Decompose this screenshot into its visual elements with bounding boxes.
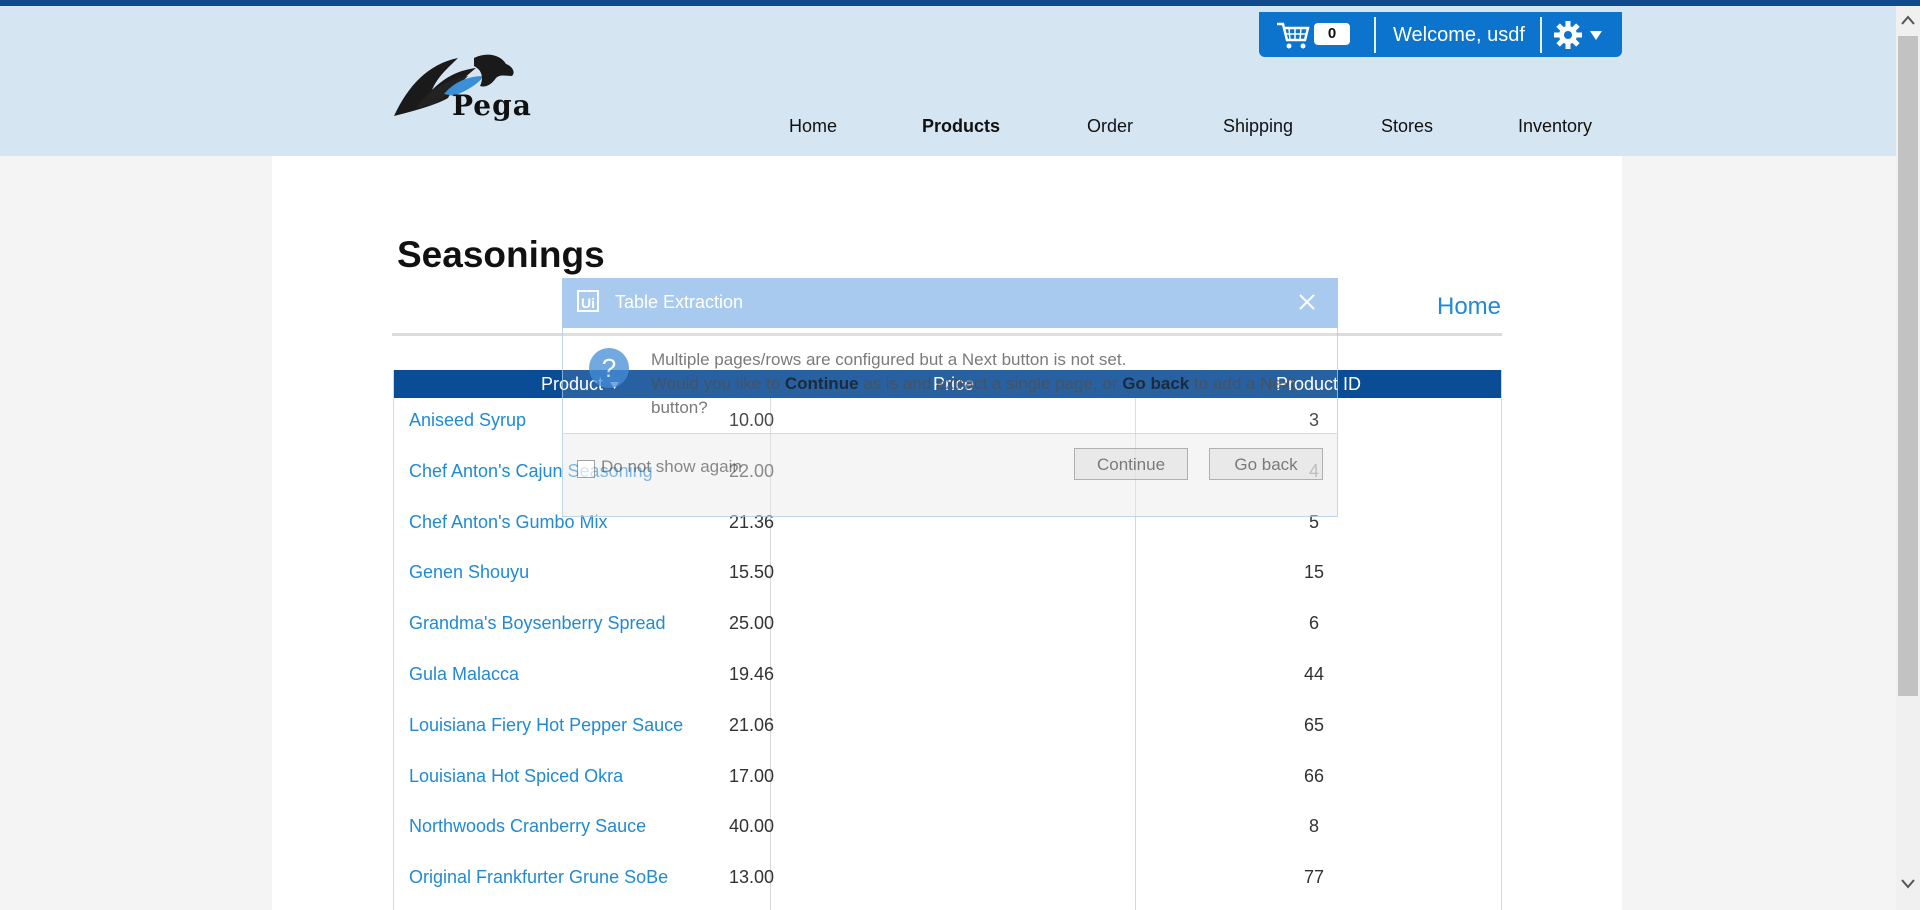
product-id: 6: [1308, 613, 1319, 634]
do-not-show-label[interactable]: Do not show again: [601, 457, 742, 477]
product-name-link[interactable]: Original Frankfurter Grune SoBe: [409, 867, 668, 888]
table-row: Grandma's Boysenberry Spread 25.00 6: [394, 601, 1501, 652]
product-name-link[interactable]: Northwoods Cranberry Sauce: [409, 816, 646, 837]
divider: [1540, 17, 1542, 53]
scroll-up-arrow-icon[interactable]: [1900, 14, 1916, 26]
nav-inventory[interactable]: Inventory: [1518, 116, 1592, 137]
message-line-1: Multiple pages/rows are configured but a…: [651, 350, 1127, 369]
product-name-link[interactable]: Grandma's Boysenberry Spread: [409, 613, 666, 634]
uipath-icon: Ui: [577, 290, 599, 312]
product-id: 15: [1303, 562, 1325, 583]
product-id: 8: [1308, 816, 1319, 837]
product-price: 15.50: [728, 562, 774, 583]
product-price: 19.46: [728, 664, 774, 684]
welcome-text: Welcome, usdf: [1393, 24, 1525, 46]
nav-order[interactable]: Order: [1087, 116, 1133, 137]
product-name-link[interactable]: Louisiana Hot Spiced Okra: [409, 766, 623, 787]
product-name-link[interactable]: Genen Shouyu: [409, 562, 529, 583]
continue-button[interactable]: Continue: [1074, 448, 1188, 480]
scroll-down-arrow-icon[interactable]: [1900, 878, 1916, 890]
table-row: Louisiana Hot Spiced Okra 17.00 66: [394, 754, 1501, 805]
scrollbar-thumb[interactable]: [1898, 36, 1918, 696]
table-row: Genen Shouyu 15.50 15: [394, 550, 1501, 601]
dialog-message: Multiple pages/rows are configured but a…: [651, 350, 1296, 417]
close-icon[interactable]: [1295, 290, 1319, 314]
gear-icon[interactable]: [1553, 20, 1583, 50]
product-id: 65: [1303, 714, 1325, 735]
product-price: 40.00: [728, 816, 774, 837]
goback-emphasis: Go back: [1122, 374, 1190, 393]
page-title: Seasonings: [397, 234, 605, 275]
go-back-button[interactable]: Go back: [1209, 448, 1323, 480]
shopping-cart-icon[interactable]: [1275, 20, 1311, 50]
site-header: Pega 0 Welcome, usdf Home Products Order…: [0, 6, 1896, 156]
pega-logo-text: Pega: [452, 89, 532, 122]
nav-shipping[interactable]: Shipping: [1223, 116, 1293, 137]
home-link[interactable]: Home: [1437, 293, 1501, 321]
dialog-title: Table Extraction: [615, 292, 744, 312]
dialog-footer: Do not show again Continue Go back: [562, 433, 1338, 517]
table-extraction-dialog: Ui Table Extraction ? Multiple pages/row…: [562, 278, 1338, 517]
question-icon: ?: [589, 348, 629, 388]
dialog-titlebar: Ui Table Extraction: [562, 278, 1338, 328]
cart-count-badge: 0: [1314, 23, 1350, 45]
table-row: Northwoods Cranberry Sauce 40.00 8: [394, 804, 1501, 855]
product-price: 25.00: [728, 613, 774, 634]
product-name-link[interactable]: Gula Malacca: [409, 664, 519, 685]
product-price: 13.00: [728, 867, 774, 888]
product-name-link[interactable]: Aniseed Syrup: [409, 410, 526, 431]
do-not-show-checkbox[interactable]: [577, 460, 595, 478]
table-row: Louisiana Fiery Hot Pepper Sauce 21.06 65: [394, 703, 1501, 754]
table-row: Original Frankfurter Grune SoBe 13.00 77: [394, 855, 1501, 906]
divider: [1374, 17, 1376, 53]
product-id: 66: [1303, 765, 1325, 786]
product-name-link[interactable]: Louisiana Fiery Hot Pepper Sauce: [409, 715, 683, 736]
continue-emphasis: Continue: [784, 374, 859, 393]
nav-products[interactable]: Products: [922, 116, 1000, 137]
product-price: 21.06: [728, 714, 774, 735]
product-price: 17.00: [728, 765, 774, 786]
nav-stores[interactable]: Stores: [1381, 116, 1433, 137]
dialog-body: ? Multiple pages/rows are configured but…: [562, 328, 1338, 433]
user-utility-bar: 0 Welcome, usdf: [1259, 12, 1622, 57]
table-row: Gula Malacca 19.46 44: [394, 652, 1501, 703]
vertical-scrollbar[interactable]: [1896, 6, 1920, 910]
product-id: 77: [1303, 867, 1325, 888]
product-id: 44: [1303, 664, 1325, 684]
caret-down-icon[interactable]: [1589, 29, 1603, 41]
nav-home[interactable]: Home: [789, 116, 837, 137]
